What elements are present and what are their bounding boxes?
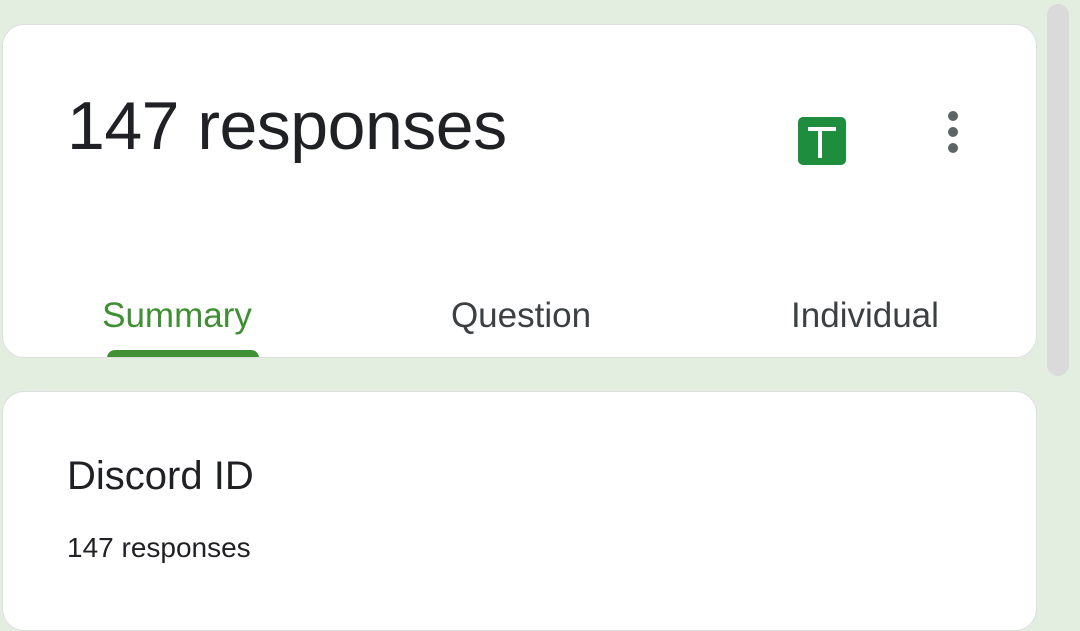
tab-individual[interactable]: Individual: [745, 273, 985, 357]
question-summary-card: Discord ID 147 responses: [2, 391, 1037, 631]
tab-question[interactable]: Question: [401, 273, 641, 357]
responses-count-title: 147 responses: [67, 88, 507, 164]
question-title: Discord ID: [67, 454, 254, 498]
more-vert-icon: [948, 111, 958, 153]
view-in-sheets-button[interactable]: [783, 102, 861, 180]
tab-summary[interactable]: Summary: [57, 273, 297, 357]
more-options-button[interactable]: [923, 102, 983, 162]
page-scrollbar[interactable]: [1047, 4, 1069, 376]
question-response-count: 147 responses: [67, 532, 251, 563]
responses-header-card: 147 responses Summary Question Individua…: [2, 24, 1037, 358]
active-tab-indicator: [107, 350, 259, 357]
google-sheets-icon: [798, 117, 846, 165]
